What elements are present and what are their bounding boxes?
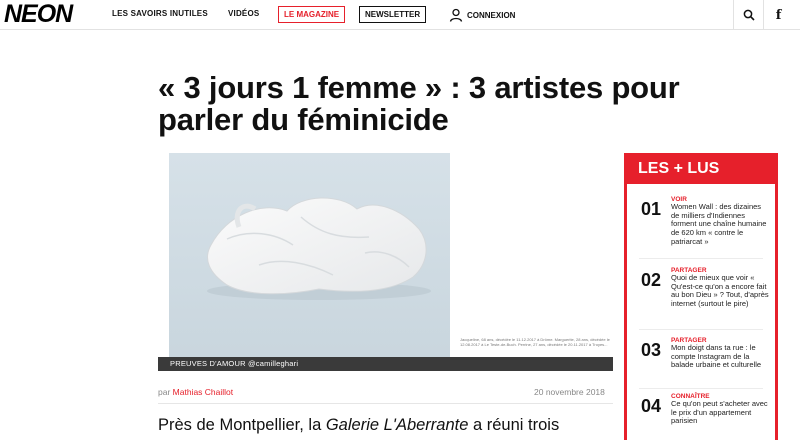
item-headline[interactable]: Mon doigt dans ta rue : le compte Instag… <box>671 343 769 370</box>
photo-credit-bar: PREUVES D'AMOUR @camilleghari <box>158 357 613 371</box>
nav-videos[interactable]: VIDÉOS <box>228 9 259 18</box>
image-caption-panel: Jacqueline, 68 ans, décédée le 11.12.201… <box>450 153 613 357</box>
connexion-label: CONNEXION <box>467 10 516 20</box>
item-headline[interactable]: Quoi de mieux que voir « Qu'est-ce qu'on… <box>671 273 769 309</box>
body-text-start: Près de Montpellier, la <box>158 416 326 434</box>
item-divider <box>639 388 763 389</box>
byline-divider <box>158 403 613 404</box>
item-divider <box>639 258 763 259</box>
facebook-icon: f <box>775 7 782 23</box>
author-link[interactable]: Mathias Chaillot <box>173 387 233 397</box>
most-read-sidebar: LES + LUS 01 VOIR Women Wall : des dizai… <box>624 153 778 440</box>
item-rank: 02 <box>641 270 662 290</box>
item-headline[interactable]: Women Wall : des dizaines de milliers d'… <box>671 202 769 247</box>
site-header: NEON LES SAVOIRS INUTILES VIDÉOS LE MAGA… <box>0 0 800 30</box>
item-rank: 01 <box>641 199 662 219</box>
nav-newsletter-button[interactable]: NEWSLETTER <box>359 6 427 23</box>
user-icon <box>449 8 463 22</box>
nav-magazine-button[interactable]: LE MAGAZINE <box>278 6 346 23</box>
site-logo[interactable]: NEON <box>4 1 73 27</box>
connexion-link[interactable]: CONNEXION <box>449 6 515 24</box>
article-title: « 3 jours 1 femme » : 3 artistes pour pa… <box>158 70 680 137</box>
article-image <box>169 153 450 357</box>
search-button[interactable] <box>733 0 763 30</box>
gallery-name: Galerie L'Aberrante <box>325 416 469 434</box>
photo-credit: PREUVES D'AMOUR @camilleghari <box>170 359 299 368</box>
search-icon <box>743 9 755 21</box>
byline-prefix: par <box>158 387 171 397</box>
plastic-bag-illustration <box>207 197 431 300</box>
item-rank: 04 <box>641 396 662 416</box>
facebook-button[interactable]: f <box>763 0 793 30</box>
nav-savoirs-inutiles[interactable]: LES SAVOIRS INUTILES <box>112 9 208 18</box>
article-body: Près de Montpellier, la Galerie L'Aberra… <box>158 416 559 435</box>
item-rank: 03 <box>641 340 662 360</box>
item-divider <box>639 329 763 330</box>
most-read-title: LES + LUS <box>627 156 775 184</box>
body-text-end: a réuni trois <box>468 416 560 434</box>
publish-date: 20 novembre 2018 <box>534 387 605 397</box>
image-caption-text: Jacqueline, 68 ans, décédée le 11.12.201… <box>460 337 610 347</box>
item-headline[interactable]: Ce qu'on peut s'acheter avec le prix d'u… <box>671 399 769 426</box>
byline: par Mathias Chaillot <box>158 387 233 397</box>
